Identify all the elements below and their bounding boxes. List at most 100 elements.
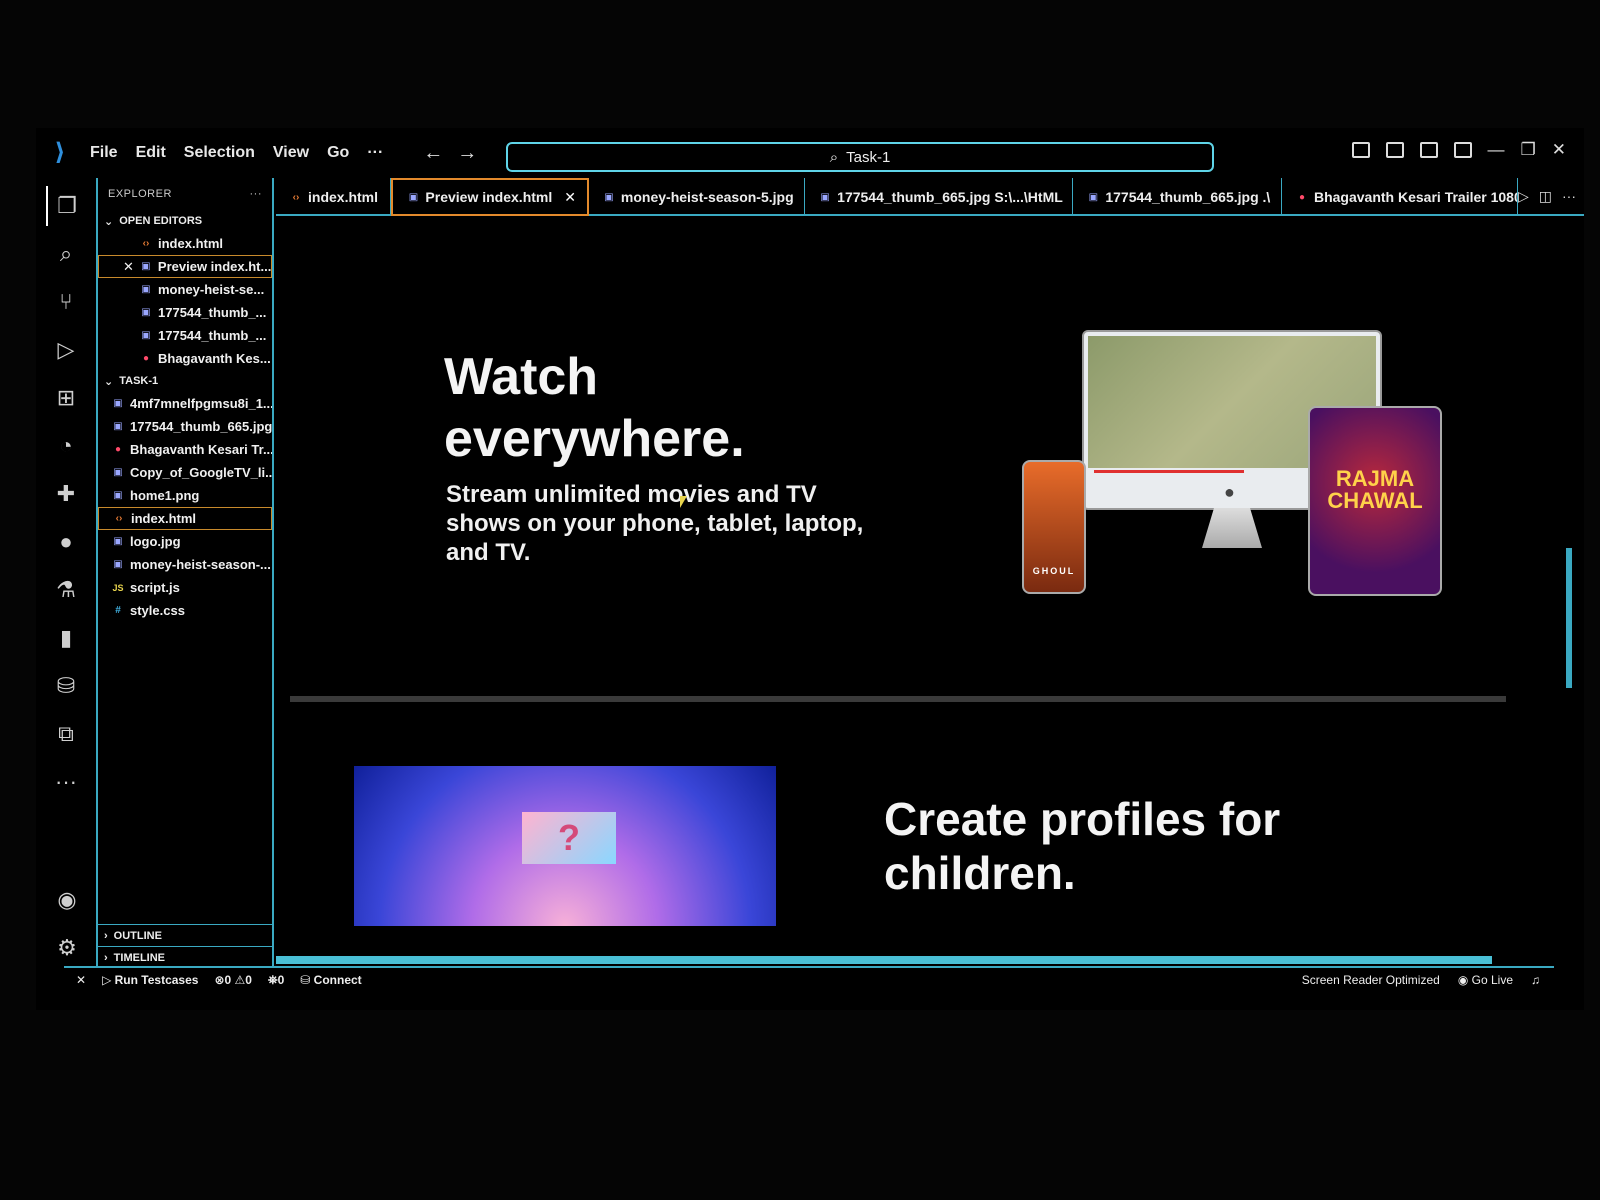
file-label: money-heist-season-...	[130, 557, 271, 572]
ports-indicator[interactable]: ⛯0	[268, 973, 284, 988]
forward-arrow-icon[interactable]: →	[457, 142, 477, 165]
tab-money-heist[interactable]: ▣ money-heist-season-5.jpg	[589, 178, 806, 216]
ports-count: 0	[277, 972, 285, 987]
menu-file[interactable]: File	[90, 144, 118, 162]
file-item[interactable]: JS script.js	[98, 576, 272, 599]
image-file-icon: ▣	[113, 559, 123, 570]
vertical-scrollbar[interactable]	[1566, 548, 1572, 688]
restore-button[interactable]: ❐	[1521, 140, 1536, 160]
open-editor-item[interactable]: ● Bhagavanth Kes...	[98, 347, 272, 370]
timeline-label: TIMELINE	[113, 951, 166, 964]
file-label: Copy_of_GoogleTV_li...	[130, 465, 272, 480]
open-editor-item[interactable]: ▣ money-heist-se...	[98, 278, 272, 301]
go-live-button[interactable]: ◉ Go Live	[1458, 973, 1513, 987]
toggle-panel-icon[interactable]	[1385, 142, 1404, 158]
image-file-icon: ▣	[113, 490, 123, 501]
command-center-label: Task-1	[846, 148, 891, 166]
connect-button[interactable]: ⛁ Connect	[300, 973, 361, 987]
menu-view[interactable]: View	[273, 144, 309, 162]
database-icon[interactable]: ⛁	[46, 666, 86, 706]
menu-edit[interactable]: Edit	[136, 144, 166, 162]
close-tab-icon[interactable]: ✕	[564, 189, 576, 206]
minimize-button[interactable]: —	[1488, 140, 1505, 160]
remote-icon[interactable]: ⧉	[46, 714, 86, 754]
puzzle-icon[interactable]: ✚	[46, 474, 86, 514]
split-editor-icon[interactable]: ◫	[1539, 188, 1552, 205]
timeline-header[interactable]: › TIMELINE	[98, 946, 272, 968]
more-icon[interactable]: ···	[46, 762, 86, 802]
tab-thumb-html-folder[interactable]: ▣ 177544_thumb_665.jpg S:\...\HtML	[805, 178, 1074, 216]
run-icon[interactable]: ▷	[1518, 188, 1529, 205]
video-file-icon: ●	[1298, 191, 1305, 203]
file-item[interactable]: ▣ home1.png	[98, 484, 272, 507]
more-actions-icon[interactable]: ···	[1562, 188, 1576, 204]
open-editor-item[interactable]: ▣ 177544_thumb_...	[98, 301, 272, 324]
open-editor-item[interactable]: ✕ ▣ Preview index.ht...	[98, 255, 272, 278]
tab-bhagavanth-trailer[interactable]: ● Bhagavanth Kesari Trailer 1080p-(Tel	[1282, 178, 1518, 216]
tab-preview-index-html[interactable]: ▣ Preview index.html ✕	[391, 178, 589, 216]
file-item[interactable]: ▣ Copy_of_GoogleTV_li...	[98, 461, 272, 484]
tab-thumb-root[interactable]: ▣ 177544_thumb_665.jpg .\	[1073, 178, 1282, 216]
customize-layout-icon[interactable]	[1453, 142, 1472, 158]
run-testcases-button[interactable]: ▷ Run Testcases	[102, 973, 198, 987]
outline-header[interactable]: › OUTLINE	[98, 924, 272, 946]
connect-label: Connect	[313, 973, 362, 987]
chart-icon[interactable]: ▮	[46, 618, 86, 658]
file-item[interactable]: ▣ 177544_thumb_665.jpg	[98, 415, 272, 438]
gear-icon[interactable]: ⚙	[47, 928, 87, 968]
horizontal-scrollbar[interactable]	[276, 956, 1492, 964]
kids-profile-image: ?	[354, 766, 776, 926]
run-testcases-label: Run Testcases	[114, 973, 199, 987]
json-icon[interactable]: ●	[46, 522, 86, 562]
close-icon[interactable]: ✕	[123, 259, 134, 275]
open-editor-label: 177544_thumb_...	[158, 305, 267, 320]
bell-icon[interactable]: ♫	[1531, 973, 1540, 987]
menu-more[interactable]: ···	[367, 144, 383, 162]
account-icon[interactable]: ◉	[47, 880, 87, 920]
chevron-down-icon: ⌄	[104, 375, 114, 388]
file-item[interactable]: ▣ 4mf7mnelfpgmsu8i_1...	[98, 392, 272, 415]
file-item[interactable]: ● Bhagavanth Kesari Tr...	[98, 438, 272, 461]
image-file-icon: ▣	[113, 467, 123, 478]
html-file-icon: ‹›	[292, 191, 300, 203]
image-file-icon: ▣	[113, 536, 123, 547]
test-icon[interactable]: ⚗	[46, 570, 86, 610]
file-item[interactable]: ▣ logo.jpg	[98, 530, 272, 553]
open-editor-item[interactable]: ‹› index.html	[98, 232, 272, 255]
sidebar-footer: › OUTLINE › TIMELINE	[98, 924, 272, 968]
toggle-sidebar-icon[interactable]	[1351, 142, 1370, 158]
remote-indicator-icon[interactable]: ✕	[76, 973, 86, 987]
activity-bar: ❐ ⌕ ⑂ ▷ ⊞ ◔ ✚ ● ⚗ ▮ ⛁ ⧉ ··· ◉ ⚙	[36, 178, 98, 968]
timeline-icon[interactable]: ◔	[46, 426, 86, 466]
file-item[interactable]: ▣ money-heist-season-...	[98, 553, 272, 576]
menu-go[interactable]: Go	[327, 144, 349, 162]
search-icon: ⌕	[829, 148, 839, 166]
file-item[interactable]: ‹› index.html	[98, 507, 272, 530]
warning-icon: ⚠	[234, 973, 246, 987]
extensions-icon[interactable]: ⊞	[46, 378, 86, 418]
back-arrow-icon[interactable]: ←	[423, 142, 443, 165]
file-item[interactable]: # style.css	[98, 599, 272, 622]
close-window-button[interactable]: ✕	[1552, 140, 1566, 160]
screen-reader-status[interactable]: Screen Reader Optimized	[1302, 973, 1440, 987]
source-control-icon[interactable]: ⑂	[46, 282, 86, 322]
phone-poster-text: GHOUL	[1032, 566, 1076, 576]
open-editors-header[interactable]: ⌄ OPEN EDITORS	[98, 210, 272, 232]
monitor-stand	[1202, 508, 1262, 548]
run-debug-icon[interactable]: ▷	[46, 330, 86, 370]
tab-bar: ‹› index.html ▣ Preview index.html ✕ ▣ m…	[276, 178, 1584, 216]
menu-selection[interactable]: Selection	[184, 144, 255, 162]
problems-indicator[interactable]: ⊗0 ⚠0	[214, 973, 252, 987]
mouse-cursor-icon	[680, 496, 687, 508]
open-editor-label: Preview index.ht...	[157, 259, 272, 274]
folder-header[interactable]: ⌄ TASK-1	[98, 370, 272, 392]
tab-label: index.html	[308, 189, 379, 205]
command-center[interactable]: ⌕ Task-1	[506, 142, 1214, 172]
explorer-icon[interactable]: ❐	[46, 186, 86, 226]
file-label: style.css	[130, 603, 185, 618]
explorer-more-icon[interactable]: ···	[250, 188, 263, 200]
tab-index-html[interactable]: ‹› index.html	[276, 178, 392, 216]
search-icon[interactable]: ⌕	[46, 234, 86, 274]
open-editor-item[interactable]: ▣ 177544_thumb_...	[98, 324, 272, 347]
toggle-secondary-sidebar-icon[interactable]	[1419, 142, 1438, 158]
